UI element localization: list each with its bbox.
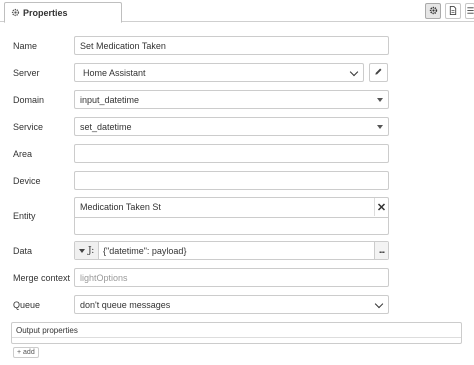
chevron-down-icon (349, 67, 359, 77)
queue-value: don't queue messages (80, 299, 171, 310)
name-input[interactable]: Set Medication Taken (74, 36, 389, 55)
data-type-select[interactable]: J: (75, 242, 99, 259)
data-value: {"datetime": payload} (103, 246, 187, 256)
domain-input[interactable]: input_datetime (74, 90, 389, 109)
expand-editor-button[interactable]: ... (374, 242, 388, 259)
output-properties-label: Output properties (16, 326, 78, 335)
tab-properties-label: Properties (23, 7, 68, 18)
output-properties-list: Output properties (11, 322, 462, 344)
data-typed-input[interactable]: J: {"datetime": payload} ... (74, 241, 389, 260)
merge-context-placeholder: lightOptions (80, 272, 128, 283)
tab-properties[interactable]: Properties (4, 2, 122, 23)
entity-divider (75, 217, 388, 218)
document-icon (449, 5, 457, 17)
server-label: Server (13, 68, 40, 78)
entity-selector[interactable]: Medication Taken St ✕ (74, 197, 389, 235)
domain-value: input_datetime (80, 94, 140, 105)
caret-down-icon (79, 248, 85, 253)
tab-bar: Properties (0, 0, 474, 23)
gear-icon (429, 6, 438, 17)
merge-context-input[interactable]: lightOptions (74, 268, 389, 287)
jsonata-icon: J: (88, 245, 95, 256)
name-label: Name (13, 41, 38, 51)
queue-select[interactable]: don't queue messages (74, 295, 389, 314)
entity-label: Entity (13, 211, 36, 221)
edit-server-button[interactable] (369, 63, 388, 82)
merge-context-label: Merge context (13, 273, 71, 283)
appearance-button[interactable] (465, 3, 474, 19)
settings-button[interactable] (425, 3, 441, 19)
queue-label: Queue (13, 300, 41, 310)
name-value: Set Medication Taken (80, 40, 166, 51)
area-label: Area (13, 149, 33, 159)
close-icon[interactable]: ✕ (374, 198, 388, 216)
device-input[interactable] (74, 171, 389, 190)
pencil-icon (374, 67, 383, 78)
description-button[interactable] (445, 3, 461, 19)
service-input[interactable]: set_datetime (74, 117, 389, 136)
server-select[interactable]: Home Assistant (74, 63, 364, 82)
add-output-button[interactable]: + add (13, 347, 39, 358)
data-label: Data (13, 246, 33, 256)
gear-icon (11, 8, 20, 17)
device-label: Device (13, 176, 41, 186)
entity-value: Medication Taken St (80, 202, 161, 212)
server-value: Home Assistant (83, 67, 146, 78)
caret-down-icon (377, 125, 383, 129)
area-input[interactable] (74, 144, 389, 163)
list-icon (466, 6, 474, 17)
service-label: Service (13, 122, 44, 132)
service-value: set_datetime (80, 121, 132, 132)
chevron-down-icon (374, 299, 384, 309)
caret-down-icon (377, 98, 383, 102)
domain-label: Domain (13, 95, 45, 105)
output-divider (12, 337, 461, 338)
